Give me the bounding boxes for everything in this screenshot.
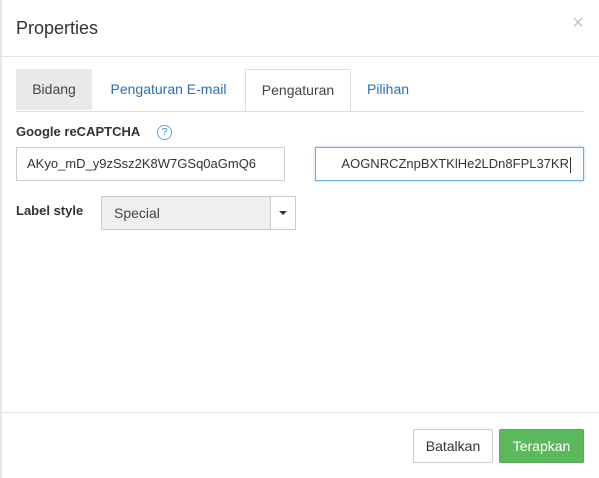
text-caret (570, 156, 571, 173)
recaptcha-label: Google reCAPTCHA (16, 124, 141, 139)
label-style-select[interactable]: Special (101, 196, 296, 230)
header-divider (0, 56, 599, 57)
recaptcha-site-key-input[interactable]: AKyo_mD_y9zSsz2K8W7GSq0aGmQ6 (16, 147, 285, 181)
tab-bidang[interactable]: Bidang (16, 69, 92, 110)
window-edge (0, 0, 2, 478)
tab-bar: Bidang Pengaturan E-mail Pengaturan Pili… (16, 69, 584, 112)
tab-pengaturan-email[interactable]: Pengaturan E-mail (94, 69, 243, 110)
dialog-title: Properties (16, 18, 99, 38)
tab-pilihan[interactable]: Pilihan (353, 69, 423, 110)
footer-divider (0, 412, 599, 413)
secret-key-value: AOGNRCZnpBXTKlHe2LDn8FPL37KR (341, 156, 569, 171)
tab-pengaturan[interactable]: Pengaturan (245, 69, 351, 111)
label-style-value: Special (114, 205, 160, 221)
close-icon[interactable]: × (570, 13, 586, 33)
help-icon[interactable]: ? (157, 125, 172, 140)
label-style-label: Label style (16, 203, 84, 218)
apply-button[interactable]: Terapkan (499, 429, 584, 463)
chevron-down-icon (279, 211, 287, 215)
label-style-dropdown-button[interactable] (270, 197, 295, 229)
cancel-button[interactable]: Batalkan (413, 429, 493, 463)
recaptcha-secret-key-input[interactable]: AOGNRCZnpBXTKlHe2LDn8FPL37KR (315, 147, 584, 181)
site-key-value: AKyo_mD_y9zSsz2K8W7GSq0aGmQ6 (27, 156, 257, 171)
